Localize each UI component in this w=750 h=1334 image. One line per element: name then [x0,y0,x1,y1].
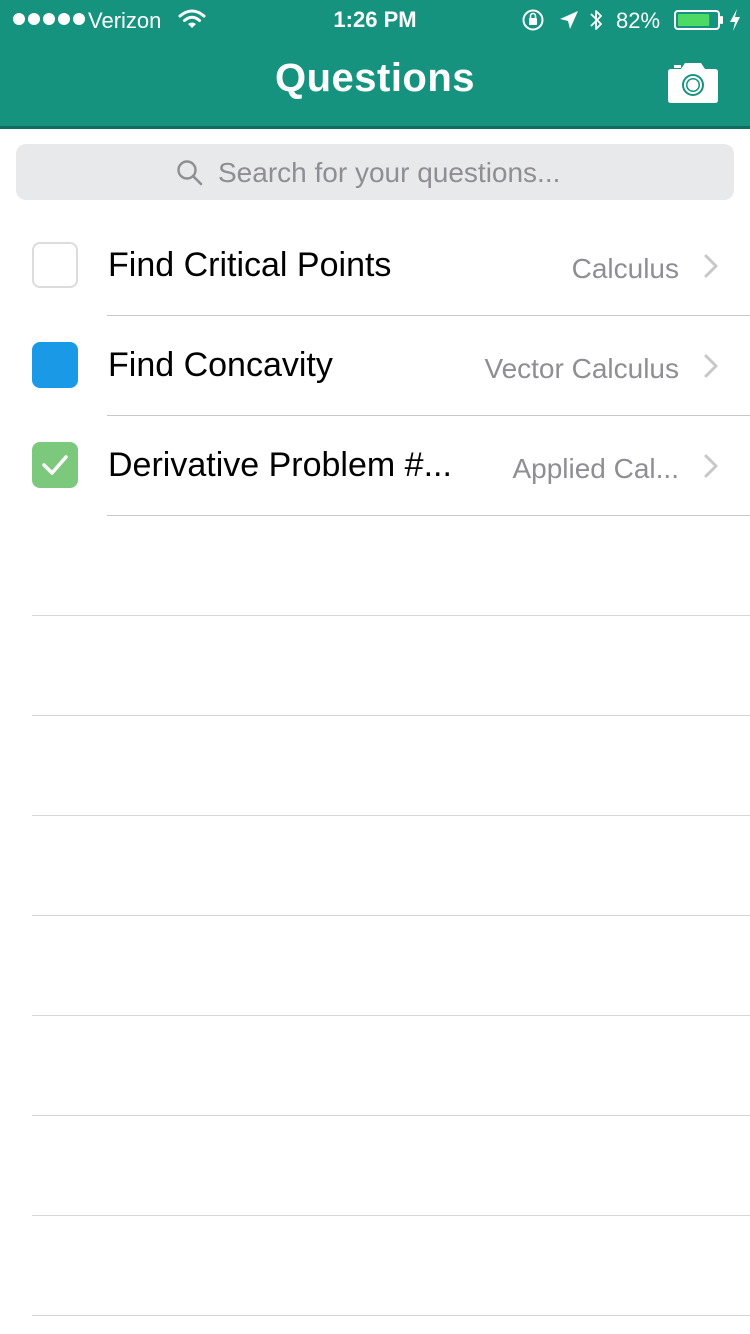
search-input[interactable]: Search for your questions... [16,144,734,200]
charging-bolt-icon [730,9,740,31]
question-title: Find Critical Points [108,246,392,284]
search-placeholder: Search for your questions... [218,157,561,188]
empty-row-divider [32,1215,750,1216]
empty-row-divider [32,915,750,916]
empty-row-divider [32,715,750,716]
empty-row-divider [32,615,750,616]
chevron-right-icon [704,454,718,478]
search-icon [177,160,203,186]
question-row[interactable]: Derivative Problem #... Applied Cal... [0,416,750,516]
checkmark-icon [42,455,68,475]
empty-row-divider [32,1015,750,1016]
question-title: Find Concavity [108,346,333,384]
location-arrow-icon [560,11,578,29]
empty-row-divider [32,1315,750,1316]
rotation-lock-icon [522,9,544,31]
questions-list: Find Critical Points Calculus Find Conca… [0,216,750,516]
empty-row-divider [32,1115,750,1116]
question-subject: Calculus [571,253,679,284]
bluetooth-icon [590,10,602,30]
status-checkbox-unchecked[interactable] [32,242,78,288]
question-subject: Applied Cal... [512,453,679,484]
navigation-bar: Verizon 1:26 PM 82% Questions [0,0,750,128]
chevron-right-icon [704,354,718,378]
status-checkbox-in-progress[interactable] [32,342,78,388]
question-title: Derivative Problem #... [108,446,452,484]
header-divider [0,126,750,129]
question-subject: Vector Calculus [484,353,679,384]
row-divider [107,515,750,516]
battery-icon [674,10,723,30]
empty-row-divider [32,815,750,816]
battery-percent: 82% [616,8,661,33]
question-row[interactable]: Find Critical Points Calculus [0,216,750,316]
status-bar: Verizon 1:26 PM 82% [0,0,750,40]
chevron-right-icon [704,254,718,278]
status-checkbox-checked[interactable] [32,442,78,488]
page-title: Questions [274,56,476,100]
question-row[interactable]: Find Concavity Vector Calculus [0,316,750,416]
camera-icon[interactable] [666,60,720,104]
